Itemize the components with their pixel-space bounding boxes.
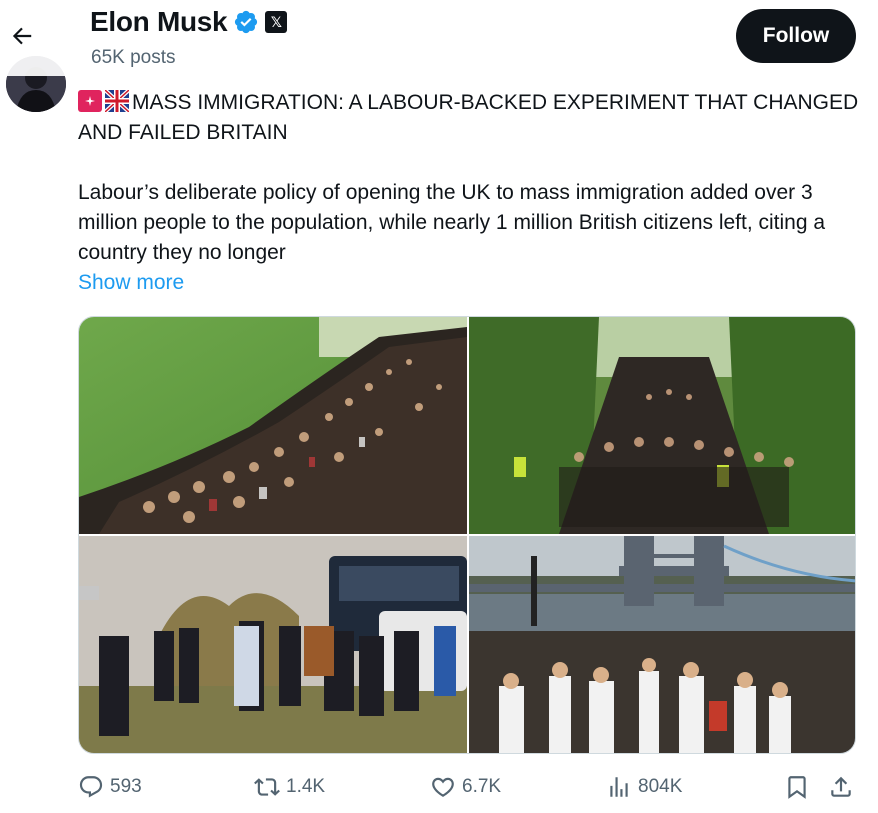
reply-count: 593 (110, 776, 142, 797)
verified-badge-icon (235, 10, 258, 34)
tweet-body: Labour’s deliberate policy of opening th… (78, 181, 826, 264)
profile-name: Elon Musk (90, 6, 228, 37)
posts-count: 65K posts (91, 47, 176, 68)
repost-button[interactable]: 1.4K (254, 774, 325, 800)
reply-button[interactable]: 593 (78, 774, 142, 800)
profile-title-row: Elon Musk 𝕏 (90, 6, 288, 38)
views-button[interactable]: 804K (606, 774, 682, 800)
photo-crowd-field-image (79, 317, 467, 534)
photo-tower-bridge-crowd-image (469, 536, 855, 753)
photo-4[interactable] (469, 536, 855, 753)
show-more-link[interactable]: Show more (78, 271, 184, 294)
back-button[interactable] (6, 20, 38, 52)
views-chart-icon (610, 777, 628, 797)
views-count: 804K (638, 776, 683, 797)
x-affiliation-icon: 𝕏 (265, 11, 288, 33)
media-grid (78, 316, 856, 754)
follow-button[interactable]: Follow (736, 9, 856, 63)
tweet-headline-line: MASS IMMIGRATION: A LABOUR-BACKED EXPERI… (78, 88, 868, 148)
bookmark-button[interactable] (784, 774, 810, 800)
heart-icon (432, 777, 454, 797)
repost-count: 1.4K (286, 776, 326, 797)
arrow-left-icon (12, 27, 32, 45)
like-count: 6.7K (462, 776, 502, 797)
repost-icon (254, 778, 280, 796)
bookmark-icon (788, 776, 806, 799)
photo-1[interactable] (79, 317, 467, 534)
profile-header: Elon Musk 𝕏 65K posts Follow (0, 0, 878, 76)
share-icon (831, 776, 851, 797)
rotating-light-icon (78, 90, 102, 112)
uk-flag-icon (103, 88, 131, 114)
photo-3[interactable] (79, 536, 467, 753)
photo-crowd-road-image (469, 317, 855, 534)
share-button[interactable] (828, 774, 854, 800)
photo-2[interactable] (469, 317, 855, 534)
tweet-text: MASS IMMIGRATION: A LABOUR-BACKED EXPERI… (78, 88, 868, 298)
like-button[interactable]: 6.7K (430, 774, 501, 800)
reply-icon (79, 776, 103, 798)
tweet-headline: MASS IMMIGRATION: A LABOUR-BACKED EXPERI… (78, 91, 859, 144)
tweet-actions: 593 1.4K 6.7K 804K (78, 770, 856, 806)
photo-bus-camp-image (79, 536, 467, 753)
